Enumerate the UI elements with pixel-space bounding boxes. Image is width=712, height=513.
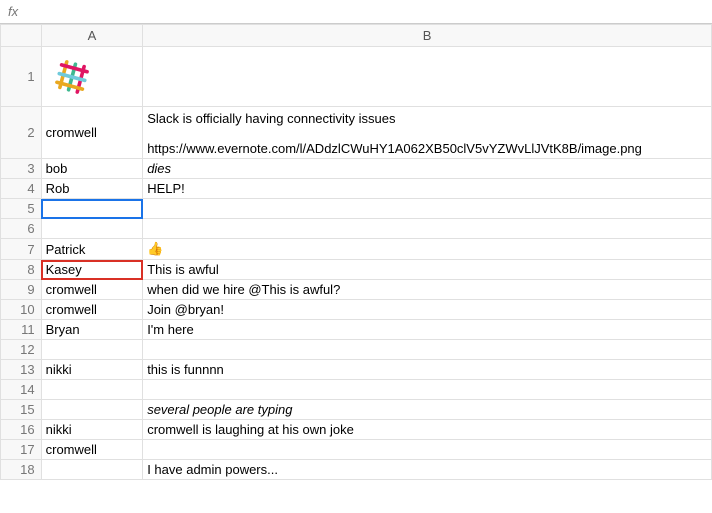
cell-b[interactable]: cromwell is laughing at his own joke (143, 420, 712, 440)
cell-b[interactable]: this is funnnn (143, 360, 712, 380)
table-row: 12 (1, 340, 712, 360)
table-row: 7Patrick👍 (1, 239, 712, 260)
column-header-a[interactable]: A (41, 25, 143, 47)
row-number[interactable]: 6 (1, 219, 42, 239)
cell-b[interactable]: Join @bryan! (143, 300, 712, 320)
cell-b[interactable]: This is awful (143, 260, 712, 280)
table-row: 11BryanI'm here (1, 320, 712, 340)
column-header-b[interactable]: B (143, 25, 712, 47)
row-number[interactable]: 16 (1, 420, 42, 440)
row-number[interactable]: 1 (1, 47, 42, 107)
cell-a[interactable] (41, 400, 143, 420)
column-header-row: A B (1, 25, 712, 47)
cell-a[interactable]: bob (41, 159, 143, 179)
row-number[interactable]: 14 (1, 380, 42, 400)
cell-b[interactable]: I'm here (143, 320, 712, 340)
cell-a[interactable]: nikki (41, 360, 143, 380)
cell-b[interactable]: 👍 (143, 239, 712, 260)
cell-b[interactable] (143, 440, 712, 460)
select-all-corner[interactable] (1, 25, 42, 47)
table-row: 10cromwellJoin @bryan! (1, 300, 712, 320)
cell-b[interactable]: when did we hire @This is awful? (143, 280, 712, 300)
spreadsheet-grid: A B 1 2cromwellSlack is officially havin… (0, 24, 712, 480)
row-number[interactable]: 2 (1, 107, 42, 159)
row-number[interactable]: 11 (1, 320, 42, 340)
table-row: 14 (1, 380, 712, 400)
row-number[interactable]: 5 (1, 199, 42, 219)
fx-label: fx (8, 4, 18, 19)
row-number[interactable]: 15 (1, 400, 42, 420)
row-number[interactable]: 13 (1, 360, 42, 380)
row-number[interactable]: 7 (1, 239, 42, 260)
cell-b[interactable] (143, 380, 712, 400)
table-row: 17cromwell (1, 440, 712, 460)
table-row: 18 I have admin powers... (1, 460, 712, 480)
row-number[interactable]: 8 (1, 260, 42, 280)
cell-a[interactable]: Rob (41, 179, 143, 199)
cell-a[interactable] (41, 199, 143, 219)
table-row: 16nikkicromwell is laughing at his own j… (1, 420, 712, 440)
table-row: 2cromwellSlack is officially having conn… (1, 107, 712, 159)
slack-logo-icon (54, 59, 90, 95)
cell-b[interactable]: HELP! (143, 179, 712, 199)
row-number[interactable]: 3 (1, 159, 42, 179)
cell-a[interactable] (41, 47, 143, 107)
table-row: 13nikkithis is funnnn (1, 360, 712, 380)
cell-b[interactable]: dies (143, 159, 712, 179)
cell-a[interactable]: cromwell (41, 440, 143, 460)
cell-a[interactable]: Bryan (41, 320, 143, 340)
row-number[interactable]: 4 (1, 179, 42, 199)
row-number[interactable]: 18 (1, 460, 42, 480)
cell-a[interactable]: Patrick (41, 239, 143, 260)
table-row: 8KaseyThis is awful (1, 260, 712, 280)
cell-a[interactable] (41, 380, 143, 400)
cell-a[interactable]: nikki (41, 420, 143, 440)
cell-b[interactable]: Slack is officially having connectivity … (143, 107, 712, 159)
cell-a[interactable]: cromwell (41, 280, 143, 300)
cell-b[interactable] (143, 219, 712, 239)
formula-input[interactable] (26, 0, 704, 23)
formula-bar: fx (0, 0, 712, 24)
cell-a[interactable] (41, 219, 143, 239)
cell-a[interactable] (41, 340, 143, 360)
table-row: 5 (1, 199, 712, 219)
cell-b[interactable] (143, 340, 712, 360)
cell-b[interactable] (143, 47, 712, 107)
row-number[interactable]: 12 (1, 340, 42, 360)
table-row: 15 several people are typing (1, 400, 712, 420)
cell-b[interactable]: several people are typing (143, 400, 712, 420)
cell-a[interactable]: Kasey (41, 260, 143, 280)
cell-a[interactable]: cromwell (41, 300, 143, 320)
table-row: 3bobdies (1, 159, 712, 179)
cell-b[interactable]: I have admin powers... (143, 460, 712, 480)
table-row: 6 (1, 219, 712, 239)
table-row: 4RobHELP! (1, 179, 712, 199)
table-row: 1 (1, 47, 712, 107)
row-number[interactable]: 10 (1, 300, 42, 320)
cell-a[interactable]: cromwell (41, 107, 143, 159)
row-number[interactable]: 9 (1, 280, 42, 300)
row-number[interactable]: 17 (1, 440, 42, 460)
table-row: 9cromwellwhen did we hire @This is awful… (1, 280, 712, 300)
cell-b[interactable] (143, 199, 712, 219)
cell-a[interactable] (41, 460, 143, 480)
